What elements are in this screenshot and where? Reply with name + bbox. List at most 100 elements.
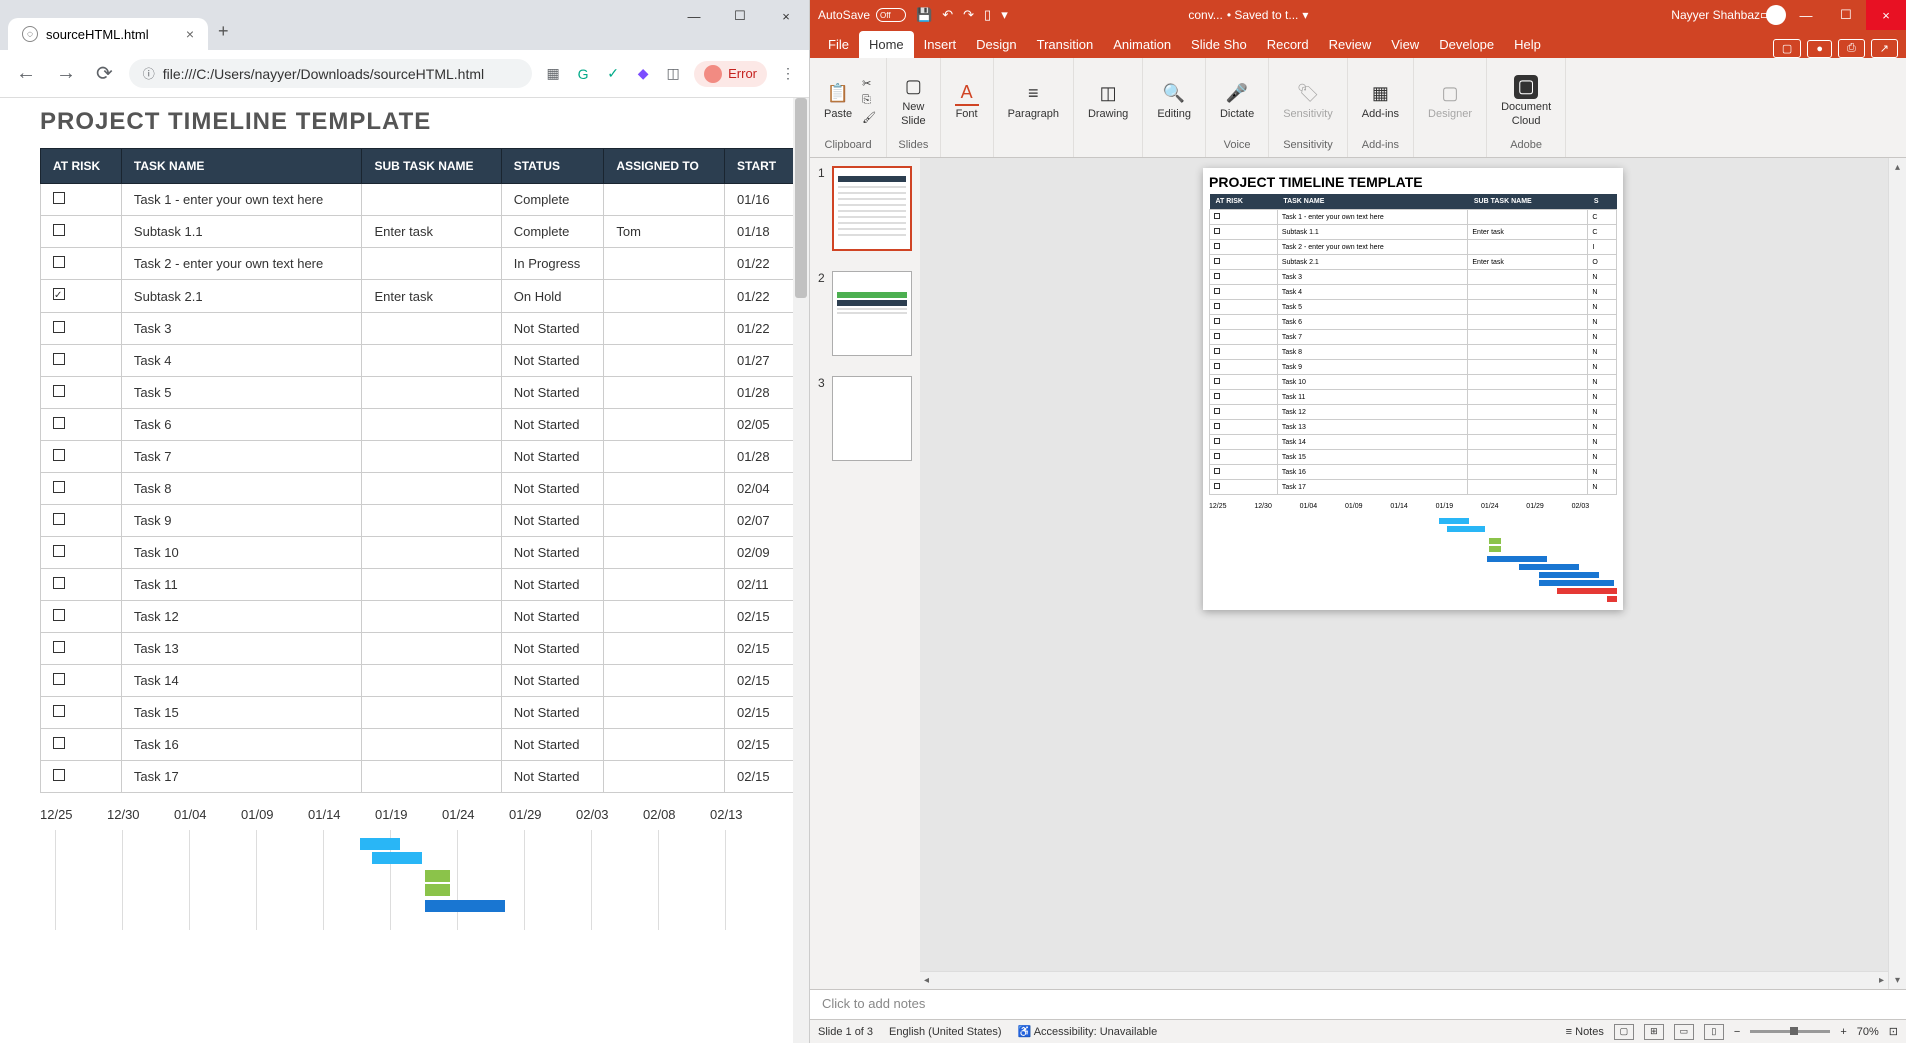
present-button[interactable]: ▢: [1773, 39, 1801, 58]
risk-checkbox[interactable]: [53, 545, 65, 557]
slide-canvas[interactable]: PROJECT TIMELINE TEMPLATE AT RISKTASK NA…: [920, 158, 1906, 989]
task-cell: Subtask 1.1: [121, 216, 362, 248]
zoom-in-button[interactable]: +: [1840, 1026, 1846, 1038]
slide-counter[interactable]: Slide 1 of 3: [818, 1026, 873, 1038]
extensions-icon[interactable]: ◫: [664, 65, 682, 83]
canvas-scrollbar-horizontal[interactable]: ◂▸: [920, 971, 1888, 989]
ribbon-tab-design[interactable]: Design: [966, 31, 1026, 58]
notes-pane[interactable]: Click to add notes: [810, 989, 1906, 1019]
profile-error-badge[interactable]: Error: [694, 61, 767, 87]
ribbon-tab-help[interactable]: Help: [1504, 31, 1551, 58]
copy-icon[interactable]: ⎘: [862, 94, 876, 107]
share-pdf-button[interactable]: ⎙: [1838, 39, 1865, 58]
slide-table-row: Subtask 2.1Enter taskO: [1210, 255, 1617, 270]
risk-checkbox[interactable]: [53, 705, 65, 717]
chrome-maximize-button[interactable]: ☐: [717, 0, 763, 32]
slide-thumb-2[interactable]: 2: [818, 271, 912, 356]
risk-checkbox[interactable]: [53, 192, 65, 204]
editing-button[interactable]: 🔍Editing: [1153, 80, 1195, 122]
new-slide-button[interactable]: ▢NewSlide: [897, 73, 929, 129]
qat-dropdown-icon[interactable]: ▾: [1001, 7, 1008, 23]
url-input[interactable]: ⓘ file:///C:/Users/nayyer/Downloads/sour…: [129, 59, 532, 88]
zoom-level[interactable]: 70%: [1857, 1026, 1879, 1038]
addins-button[interactable]: ▦Add-ins: [1358, 80, 1403, 122]
risk-checkbox[interactable]: [53, 577, 65, 589]
risk-checkbox[interactable]: [53, 769, 65, 781]
ppt-maximize-button[interactable]: ☐: [1826, 0, 1866, 30]
forward-button[interactable]: →: [52, 58, 80, 89]
gantt-bar: [425, 900, 505, 912]
ribbon-tab-file[interactable]: File: [818, 31, 859, 58]
accessibility-status[interactable]: ♿ Accessibility: Unavailable: [1018, 1025, 1158, 1038]
save-icon[interactable]: 💾: [916, 7, 932, 23]
normal-view-button[interactable]: ▢: [1614, 1024, 1634, 1040]
format-painter-icon[interactable]: 🖌: [862, 111, 876, 124]
paste-button[interactable]: 📋Paste: [820, 80, 856, 122]
ext-icon-4[interactable]: ◆: [634, 65, 652, 83]
risk-checkbox[interactable]: [53, 224, 65, 236]
ribbon-tab-transition[interactable]: Transition: [1027, 31, 1104, 58]
font-button[interactable]: AFont: [951, 80, 983, 122]
slideshow-icon[interactable]: ▯: [984, 7, 991, 23]
ribbon-tab-review[interactable]: Review: [1319, 31, 1382, 58]
risk-checkbox[interactable]: [53, 417, 65, 429]
redo-icon[interactable]: ↷: [963, 7, 974, 23]
document-title[interactable]: conv... • Saved to t... ▾: [1188, 8, 1308, 22]
risk-checkbox[interactable]: [53, 513, 65, 525]
zoom-out-button[interactable]: −: [1734, 1026, 1740, 1038]
chrome-menu-icon[interactable]: ⋮: [779, 65, 797, 83]
risk-checkbox[interactable]: [53, 737, 65, 749]
ribbon-display-button[interactable]: ▭: [1746, 0, 1786, 30]
back-button[interactable]: ←: [12, 58, 40, 89]
risk-checkbox[interactable]: [53, 481, 65, 493]
ribbon-tab-develope[interactable]: Develope: [1429, 31, 1504, 58]
slide-thumb-1[interactable]: 1: [818, 166, 912, 251]
new-tab-button[interactable]: +: [208, 13, 239, 50]
ext-icon-2[interactable]: G: [574, 65, 592, 83]
zoom-slider[interactable]: [1750, 1030, 1830, 1033]
ribbon-tab-slide sho[interactable]: Slide Sho: [1181, 31, 1257, 58]
slide-thumb-3[interactable]: 3: [818, 376, 912, 461]
paragraph-button[interactable]: ≡Paragraph: [1004, 80, 1063, 122]
risk-checkbox[interactable]: [53, 353, 65, 365]
risk-checkbox[interactable]: [53, 256, 65, 268]
chrome-close-button[interactable]: ×: [763, 0, 809, 32]
ribbon-tab-animation[interactable]: Animation: [1103, 31, 1181, 58]
designer-button[interactable]: ▢Designer: [1424, 80, 1476, 122]
undo-icon[interactable]: ↶: [942, 7, 953, 23]
risk-checkbox[interactable]: [53, 321, 65, 333]
drawing-button[interactable]: ◫Drawing: [1084, 80, 1132, 122]
chrome-minimize-button[interactable]: —: [671, 0, 717, 32]
reading-view-button[interactable]: ▭: [1674, 1024, 1694, 1040]
canvas-scrollbar-vertical[interactable]: ▴▾: [1888, 158, 1906, 989]
sorter-view-button[interactable]: ⊞: [1644, 1024, 1664, 1040]
site-info-icon[interactable]: ⓘ: [143, 65, 155, 82]
ext-icon-1[interactable]: ▦: [544, 65, 562, 83]
ppt-minimize-button[interactable]: —: [1786, 0, 1826, 30]
risk-checkbox[interactable]: [53, 641, 65, 653]
notes-button[interactable]: ≡ Notes: [1566, 1026, 1604, 1038]
chrome-tab[interactable]: ◌ sourceHTML.html ×: [8, 18, 208, 50]
ribbon-tab-record[interactable]: Record: [1257, 31, 1319, 58]
language-status[interactable]: English (United States): [889, 1026, 1002, 1038]
dictate-button[interactable]: 🎤Dictate: [1216, 80, 1258, 122]
share-button[interactable]: ↗: [1871, 39, 1898, 58]
fit-to-window-button[interactable]: ⊡: [1889, 1025, 1898, 1038]
ext-icon-3[interactable]: ✓: [604, 65, 622, 83]
close-tab-icon[interactable]: ×: [186, 26, 194, 42]
risk-checkbox[interactable]: [53, 288, 65, 300]
record-button[interactable]: ●: [1807, 40, 1832, 58]
risk-checkbox[interactable]: [53, 449, 65, 461]
risk-checkbox[interactable]: [53, 609, 65, 621]
risk-checkbox[interactable]: [53, 385, 65, 397]
reload-button[interactable]: ⟳: [92, 57, 117, 90]
slideshow-view-button[interactable]: ▯: [1704, 1024, 1724, 1040]
cut-icon[interactable]: ✂: [862, 77, 876, 90]
document-cloud-button[interactable]: ▢DocumentCloud: [1497, 73, 1555, 129]
ribbon-tab-view[interactable]: View: [1381, 31, 1429, 58]
ppt-close-button[interactable]: ×: [1866, 0, 1906, 30]
ribbon-tab-home[interactable]: Home: [859, 31, 914, 58]
autosave-toggle[interactable]: AutoSave Off: [818, 8, 906, 22]
ribbon-tab-insert[interactable]: Insert: [914, 31, 967, 58]
risk-checkbox[interactable]: [53, 673, 65, 685]
